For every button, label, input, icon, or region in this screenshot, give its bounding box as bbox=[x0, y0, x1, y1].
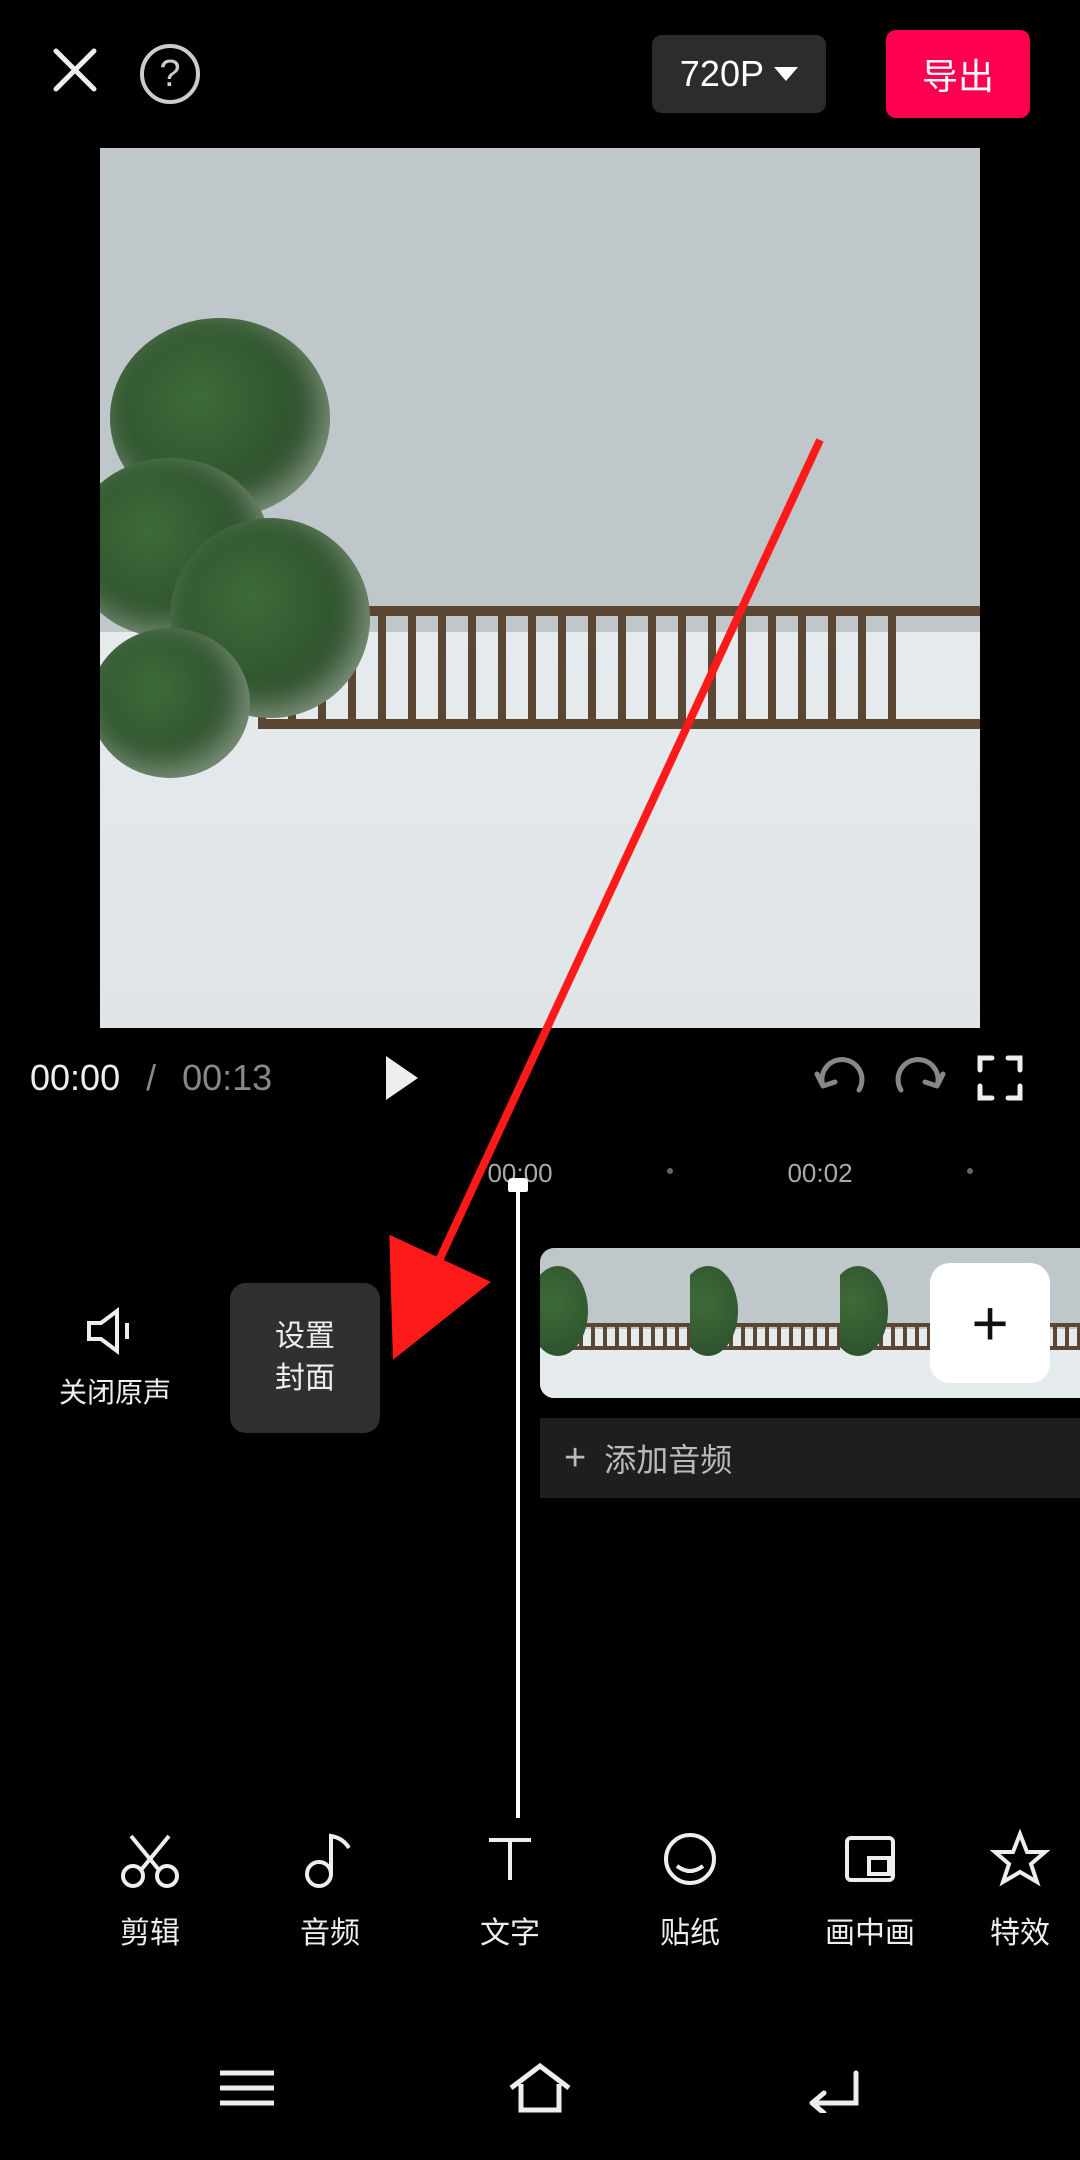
export-button[interactable]: 导出 bbox=[886, 30, 1030, 118]
sticker-icon bbox=[659, 1828, 721, 1890]
play-button[interactable] bbox=[372, 1048, 432, 1108]
close-icon bbox=[50, 45, 100, 95]
time-separator: / bbox=[140, 1057, 162, 1099]
cover-label-line2: 封面 bbox=[275, 1358, 335, 1400]
redo-icon bbox=[893, 1056, 947, 1100]
fullscreen-icon bbox=[976, 1054, 1024, 1102]
system-nav-bar bbox=[0, 2020, 1080, 2160]
mute-original-button[interactable]: 关闭原声 bbox=[0, 1305, 230, 1411]
playhead[interactable] bbox=[516, 1188, 520, 1818]
tool-edit[interactable]: 剪辑 bbox=[60, 1828, 240, 1952]
back-icon bbox=[798, 2063, 868, 2113]
play-icon bbox=[386, 1056, 418, 1100]
tool-label: 贴纸 bbox=[660, 1908, 720, 1952]
clip-thumbnail[interactable] bbox=[690, 1248, 840, 1398]
set-cover-button[interactable]: 设置 封面 bbox=[230, 1283, 380, 1433]
chevron-down-icon bbox=[774, 67, 798, 81]
undo-button[interactable] bbox=[810, 1048, 870, 1108]
close-button[interactable] bbox=[50, 40, 100, 109]
add-audio-label: 添加音频 bbox=[604, 1435, 732, 1481]
plus-icon: + bbox=[971, 1286, 1008, 1360]
tool-effect[interactable]: 特效 bbox=[960, 1828, 1080, 1952]
text-icon bbox=[479, 1828, 541, 1890]
cover-label-line1: 设置 bbox=[275, 1316, 335, 1358]
ruler-dot bbox=[967, 1168, 973, 1174]
tool-text[interactable]: 文字 bbox=[420, 1828, 600, 1952]
tool-label: 音频 bbox=[300, 1908, 360, 1952]
preview-container bbox=[0, 148, 1080, 1028]
tool-label: 画中画 bbox=[825, 1908, 915, 1952]
add-audio-button[interactable]: + 添加音频 bbox=[540, 1418, 1080, 1498]
tool-label: 文字 bbox=[480, 1908, 540, 1952]
music-note-icon bbox=[299, 1828, 361, 1890]
current-time: 00:00 bbox=[30, 1057, 120, 1099]
timeline[interactable]: 00:00 00:02 关闭原声 设置 封面 + bbox=[0, 1138, 1080, 1858]
resolution-button[interactable]: 720P bbox=[652, 35, 826, 113]
menu-icon bbox=[212, 2063, 282, 2113]
time-ruler[interactable]: 00:00 00:02 bbox=[0, 1148, 1080, 1198]
fullscreen-button[interactable] bbox=[970, 1048, 1030, 1108]
resolution-label: 720P bbox=[680, 53, 764, 95]
bottom-toolbar: 剪辑 音频 文字 贴纸 画中画 特效 bbox=[0, 1790, 1080, 1990]
redo-button[interactable] bbox=[890, 1048, 950, 1108]
picture-in-picture-icon bbox=[839, 1828, 901, 1890]
nav-back-button[interactable] bbox=[798, 2063, 868, 2118]
speaker-icon bbox=[85, 1305, 145, 1357]
nav-home-button[interactable] bbox=[505, 2060, 575, 2121]
ruler-mark: 00:02 bbox=[787, 1158, 852, 1189]
tool-label: 特效 bbox=[990, 1908, 1050, 1952]
star-icon bbox=[989, 1828, 1051, 1890]
help-icon: ? bbox=[159, 53, 180, 96]
mute-label: 关闭原声 bbox=[59, 1371, 171, 1411]
tool-audio[interactable]: 音频 bbox=[240, 1828, 420, 1952]
clip-thumbnail[interactable] bbox=[540, 1248, 690, 1398]
plus-icon: + bbox=[564, 1437, 586, 1480]
add-clip-button[interactable]: + bbox=[930, 1263, 1050, 1383]
video-preview[interactable] bbox=[100, 148, 980, 1028]
home-icon bbox=[505, 2060, 575, 2116]
ruler-dot bbox=[667, 1168, 673, 1174]
undo-icon bbox=[813, 1056, 867, 1100]
top-bar: ? 720P 导出 bbox=[0, 0, 1080, 148]
total-time: 00:13 bbox=[182, 1057, 272, 1099]
scissors-icon bbox=[119, 1828, 181, 1890]
tool-label: 剪辑 bbox=[120, 1908, 180, 1952]
playback-bar: 00:00 / 00:13 bbox=[0, 1028, 1080, 1138]
tool-pip[interactable]: 画中画 bbox=[780, 1828, 960, 1952]
nav-menu-button[interactable] bbox=[212, 2063, 282, 2118]
help-button[interactable]: ? bbox=[140, 44, 200, 104]
tool-sticker[interactable]: 贴纸 bbox=[600, 1828, 780, 1952]
